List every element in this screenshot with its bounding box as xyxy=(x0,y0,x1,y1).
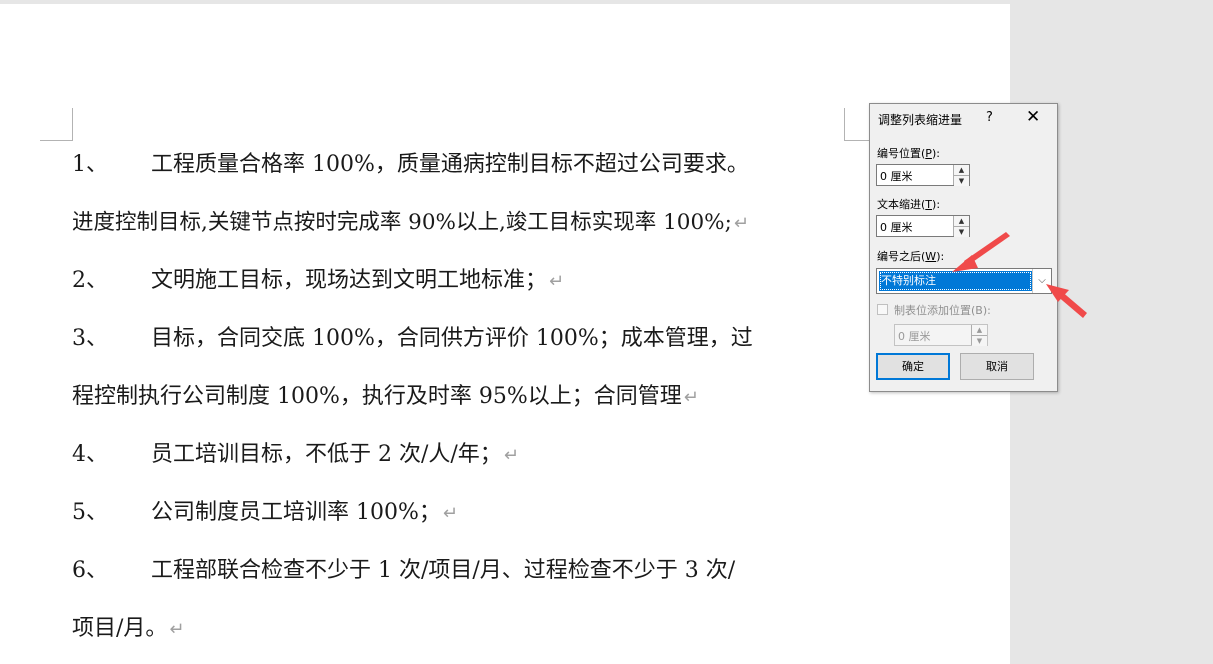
after-number-selected-value[interactable]: 不特别标注 xyxy=(879,271,1032,291)
after-number-label: 编号之后(W): xyxy=(877,250,945,263)
text-indent-spinner[interactable]: 0 厘米 ▲ ▼ xyxy=(876,215,970,237)
spin-up-icon[interactable]: ▲ xyxy=(954,216,969,227)
paragraph-text: 员工培训目标，不低于 2 次/人/年； xyxy=(151,442,502,467)
spin-down-icon[interactable]: ▼ xyxy=(954,176,969,186)
paragraph-mark: ↵ xyxy=(549,271,565,292)
after-number-select[interactable]: 不特别标注 ⌵ xyxy=(876,268,1052,294)
spin-down-icon[interactable]: ▼ xyxy=(972,336,987,346)
paragraph-line[interactable]: 5、 公司制度员工培训率 100%； ↵ xyxy=(72,498,458,529)
paragraph-text: 文明施工目标，现场达到文明工地标准； xyxy=(151,268,548,293)
paragraph-mark: ↵ xyxy=(169,619,185,640)
paragraph-mark: ↵ xyxy=(683,387,699,408)
list-number: 5、 xyxy=(72,500,108,525)
spin-up-icon[interactable]: ▲ xyxy=(954,165,969,176)
paragraph-line[interactable]: 进度控制目标,关键节点按时完成率 90%以上,竣工目标实现率 100%; ↵ xyxy=(72,208,749,239)
dialog-title: 调整列表缩进量 xyxy=(878,113,963,127)
paragraph-line[interactable]: 6、 工程部联合检查不少于 1 次/项目/月、过程检查不少于 3 次/ xyxy=(72,556,737,587)
paragraph-line[interactable]: 2、 文明施工目标，现场达到文明工地标准； ↵ xyxy=(72,266,564,297)
number-position-value[interactable]: 0 厘米 xyxy=(880,168,913,184)
adjust-list-indent-dialog[interactable]: 调整列表缩进量 ? ✕ 编号位置(P): 0 厘米 ▲ ▼ 文本缩进(T): 0 … xyxy=(869,103,1058,392)
tab-stop-spinner[interactable]: 0 厘米 ▲ ▼ xyxy=(894,324,988,346)
list-number: 2、 xyxy=(72,268,108,293)
text-indent-value[interactable]: 0 厘米 xyxy=(880,219,913,235)
tab-stop-value[interactable]: 0 厘米 xyxy=(898,328,931,344)
paragraph-text: 工程部联合检查不少于 1 次/项目/月、过程检查不少于 3 次/ xyxy=(151,558,736,583)
margin-corner-top-left xyxy=(40,108,73,141)
paragraph-text: 进度控制目标,关键节点按时完成率 90%以上,竣工目标实现率 100%; xyxy=(72,210,732,235)
paragraph-line[interactable]: 项目/月。 ↵ xyxy=(72,614,185,645)
spin-up-icon[interactable]: ▲ xyxy=(972,325,987,336)
paragraph-text: 程控制执行公司制度 100%，执行及时率 95%以上；合同管理 xyxy=(72,384,682,409)
list-number: 6、 xyxy=(72,558,108,583)
spin-down-icon[interactable]: ▼ xyxy=(954,227,969,237)
cancel-button[interactable]: 取消 xyxy=(960,353,1034,380)
paragraph-text: 项目/月。 xyxy=(72,616,168,641)
paragraph-text: 目标，合同交底 100%，合同供方评价 100%；成本管理，过 xyxy=(151,326,753,351)
paragraph-line[interactable]: 程控制执行公司制度 100%，执行及时率 95%以上；合同管理 ↵ xyxy=(72,382,699,413)
number-position-label: 编号位置(P): xyxy=(877,147,940,160)
paragraph-mark: ↵ xyxy=(733,213,749,234)
help-button[interactable]: ? xyxy=(986,110,993,125)
close-button[interactable]: ✕ xyxy=(1026,107,1040,127)
chevron-down-icon[interactable]: ⌵ xyxy=(1032,269,1051,293)
tab-stop-label: 制表位添加位置(B): xyxy=(894,304,991,317)
tab-stop-checkbox[interactable] xyxy=(877,304,888,315)
paragraph-line[interactable]: 3、 目标，合同交底 100%，合同供方评价 100%；成本管理，过 xyxy=(72,324,755,355)
paragraph-text: 工程质量合格率 100%，质量通病控制目标不超过公司要求。 xyxy=(151,152,749,177)
list-number: 3、 xyxy=(72,326,108,351)
list-number: 4、 xyxy=(72,442,108,467)
ok-button[interactable]: 确定 xyxy=(876,353,950,380)
paragraph-text: 公司制度员工培训率 100%； xyxy=(151,500,441,525)
paragraph-mark: ↵ xyxy=(503,445,519,466)
paragraph-mark: ↵ xyxy=(442,503,458,524)
paragraph-line[interactable]: 1、 工程质量合格率 100%，质量通病控制目标不超过公司要求。 xyxy=(72,150,751,181)
text-indent-label: 文本缩进(T): xyxy=(877,198,941,211)
paragraph-line[interactable]: 4、 员工培训目标，不低于 2 次/人/年； ↵ xyxy=(72,440,519,471)
list-number: 1、 xyxy=(72,152,108,177)
number-position-spinner[interactable]: 0 厘米 ▲ ▼ xyxy=(876,164,970,186)
